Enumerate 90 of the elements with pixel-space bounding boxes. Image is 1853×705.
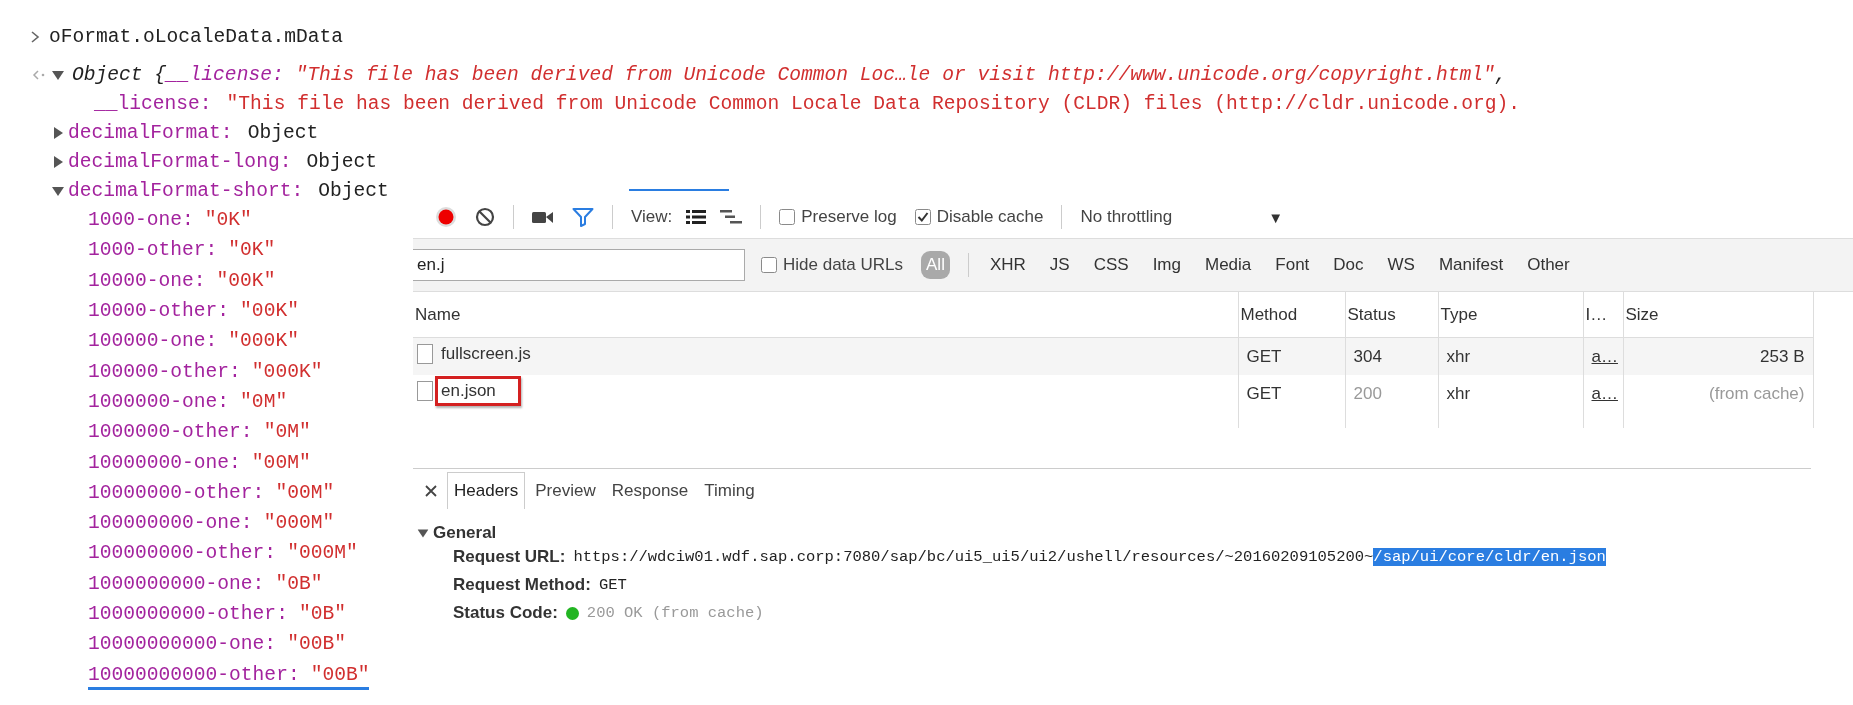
view-label: View:: [631, 207, 673, 227]
column-header[interactable]: Method: [1238, 292, 1345, 338]
type-filter-button[interactable]: Media: [1202, 251, 1255, 279]
filter-icon[interactable]: [572, 207, 594, 227]
field-label: Status Code:: [453, 603, 558, 623]
type-filter-button[interactable]: Manifest: [1435, 251, 1507, 279]
property-row[interactable]: 10000000000-one: "00B": [88, 629, 346, 660]
file-name[interactable]: fullscreen.js: [441, 344, 531, 364]
property-row[interactable]: 10000-one: "00K": [88, 265, 276, 296]
waterfall-view-icon[interactable]: [720, 209, 743, 225]
video-camera-icon[interactable]: [532, 209, 554, 225]
property-value: Object: [247, 121, 319, 144]
table-cell: xhr: [1438, 337, 1583, 375]
filter-field[interactable]: en.j: [413, 249, 745, 281]
checkbox-label[interactable]: Preserve log: [801, 207, 897, 227]
property-row[interactable]: 100000000-other: "000M": [88, 538, 358, 569]
type-filter-button[interactable]: Font: [1272, 251, 1313, 279]
property-key[interactable]: decimalFormat-short:: [68, 179, 304, 202]
table-cell: 304: [1345, 337, 1438, 375]
property-key[interactable]: decimalFormat-long:: [68, 150, 292, 173]
property-row[interactable]: 1000-one: "0K": [88, 205, 252, 236]
prompt-icon: [30, 29, 40, 44]
table-cell: GET: [1238, 337, 1345, 375]
checkbox[interactable]: [761, 257, 777, 273]
console-expression-text: oFormat.oLocaleData.mData: [49, 25, 343, 48]
file-icon: [417, 381, 433, 401]
property-row[interactable]: 10000000-one: "00M": [88, 447, 311, 478]
field-value: https://wdciw01.wdf.sap.corp:7080/sap/bc/ui5_ui5/ui2/ushell/resources/~20160209105200~/sap/ui/core/cldr/en.json: [573, 548, 1606, 566]
column-header[interactable]: I…: [1583, 292, 1623, 338]
property-row[interactable]: 1000000-other: "0M": [88, 417, 311, 448]
file-icon: [417, 344, 433, 364]
checkbox-label[interactable]: Hide data URLs: [783, 255, 903, 275]
type-filter-button[interactable]: CSS: [1090, 251, 1132, 279]
throttling-dropdown[interactable]: No throttling ▼: [1080, 207, 1283, 227]
column-header[interactable]: Status: [1345, 292, 1438, 338]
field-value: 200 OK (from cache): [586, 604, 764, 622]
type-filter-button[interactable]: XHR: [986, 251, 1029, 279]
table-cell: 200: [1345, 375, 1438, 412]
column-header[interactable]: Size: [1623, 292, 1813, 338]
property-value: Object: [318, 179, 389, 202]
column-header[interactable]: Type: [1438, 292, 1583, 338]
expand-toggle-icon[interactable]: [52, 126, 64, 139]
property-value: Object: [306, 150, 377, 173]
property-value: "This file has been derived from Unicode Common Locale Data Repository (CLDR) files (http://cldr.unicode.org).: [226, 92, 1520, 115]
initiator-link[interactable]: a…: [1591, 383, 1618, 403]
property-key[interactable]: decimalFormat:: [68, 121, 233, 144]
checkbox[interactable]: [779, 209, 796, 225]
property-key: __license:: [94, 92, 212, 115]
property-row[interactable]: 1000-other: "0K": [88, 235, 276, 266]
property-row[interactable]: 1000000000-other: "0B": [88, 598, 346, 630]
field-label: Request URL:: [453, 547, 566, 567]
expand-toggle-icon[interactable]: [52, 68, 64, 81]
clear-icon[interactable]: [475, 207, 495, 227]
field-label: Request Method:: [453, 575, 591, 595]
column-header[interactable]: Name: [413, 292, 1238, 338]
tab[interactable]: Response: [605, 473, 695, 509]
property-row[interactable]: 100000-one: "000K": [88, 326, 299, 357]
file-name[interactable]: en.json: [441, 381, 496, 401]
property-row[interactable]: 10000-other: "00K": [88, 295, 299, 327]
checkbox[interactable]: [914, 209, 931, 225]
table-cell: 253 B: [1623, 337, 1813, 375]
property-row[interactable]: 10000000000-other: "00B": [88, 659, 370, 690]
tab[interactable]: Timing: [698, 473, 761, 509]
tab[interactable]: Preview: [529, 473, 602, 509]
property-row[interactable]: 10000000-other: "00M": [88, 477, 335, 508]
property-row[interactable]: 100000-other: "000K": [88, 356, 323, 387]
table-cell: (from cache): [1623, 375, 1813, 412]
table-cell: xhr: [1438, 375, 1583, 412]
list-view-icon[interactable]: [686, 209, 707, 225]
type-filter-button[interactable]: WS: [1384, 251, 1418, 279]
record-button[interactable]: [435, 206, 457, 228]
result-icon: [32, 68, 46, 81]
property-row[interactable]: 100000000-one: "000M": [88, 507, 335, 539]
table-cell: GET: [1238, 375, 1345, 412]
expand-toggle-icon[interactable]: [52, 184, 64, 197]
tab[interactable]: Headers: [447, 472, 526, 509]
object-summary: Object {__license: "This file has been derived from Unicode Common Loc…le or visit http://www.unicode.org/copyright.html",: [72, 63, 1507, 86]
property-row[interactable]: 1000000000-one: "0B": [88, 568, 323, 599]
checkbox-label[interactable]: Disable cache: [936, 207, 1044, 227]
expand-toggle-icon[interactable]: [417, 527, 429, 539]
type-filter-button[interactable]: Doc: [1330, 251, 1367, 279]
type-filter-button[interactable]: JS: [1046, 251, 1073, 279]
initiator-link[interactable]: a…: [1591, 346, 1618, 366]
type-filter-button[interactable]: Img: [1149, 251, 1184, 279]
section-title[interactable]: General: [433, 523, 497, 543]
expand-toggle-icon[interactable]: [52, 155, 64, 168]
property-row[interactable]: 1000000-one: "0M": [88, 386, 288, 418]
field-value: GET: [598, 576, 627, 594]
type-filter-button[interactable]: Other: [1524, 251, 1573, 279]
close-icon[interactable]: [425, 485, 437, 497]
